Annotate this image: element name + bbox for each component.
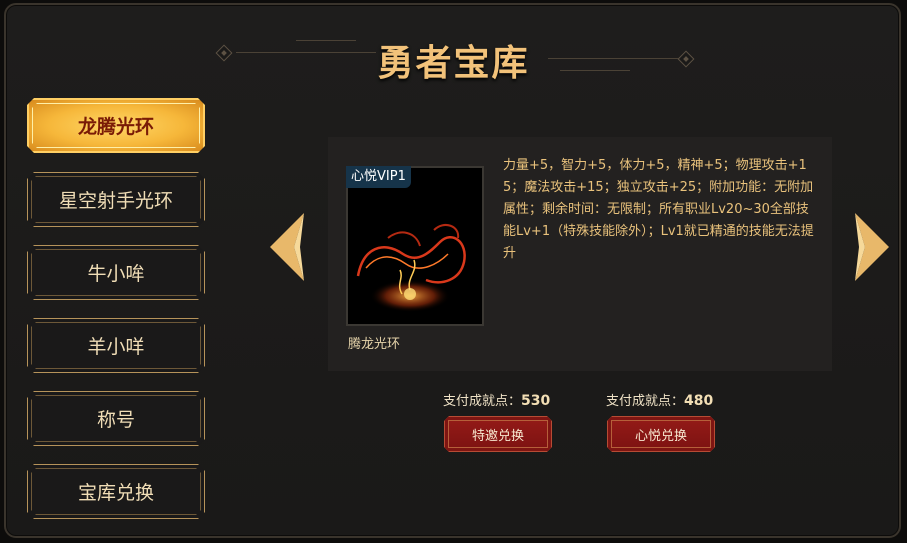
item-preview-image [346, 166, 484, 326]
special-exchange-button[interactable]: 特邀兑换 [444, 416, 552, 452]
vip-badge: 心悦VIP1 [346, 166, 411, 188]
dragon-aura-illustration [356, 223, 466, 312]
chevron-left-icon[interactable] [270, 213, 306, 281]
sidebar-item-treasury-exchange[interactable]: 宝库兑换 [27, 464, 205, 519]
sidebar-item-yang-xiaomie[interactable]: 羊小咩 [27, 318, 205, 373]
sidebar-item-niu-xiaomou[interactable]: 牛小哞 [27, 245, 205, 300]
item-description: 力量+5，智力+5，体力+5，精神+5；物理攻击+15；魔法攻击+15；独立攻击… [503, 158, 814, 261]
sidebar-item-label: 龙腾光环 [77, 116, 154, 138]
cost-label-text: 支付成就点： [443, 394, 522, 409]
sidebar-item-title[interactable]: 称号 [27, 391, 205, 446]
page-title: 勇者宝库 [377, 43, 530, 84]
cost-value: 480 [684, 393, 714, 409]
sidebar-item-label: 羊小咩 [87, 336, 145, 358]
cost-label-special: 支付成就点：530 [443, 390, 550, 409]
item-name: 腾龙光环 [348, 337, 401, 352]
chevron-right-icon[interactable] [853, 213, 889, 281]
cost-label-text: 支付成就点： [606, 394, 685, 409]
cost-value: 530 [521, 393, 551, 409]
cost-label-vip: 支付成就点：480 [606, 390, 713, 409]
sidebar-item-label: 称号 [96, 409, 135, 431]
sidebar-item-label: 星空射手光环 [58, 190, 173, 212]
vip-exchange-button[interactable]: 心悦兑换 [607, 416, 715, 452]
sidebar-item-star-archer-aura[interactable]: 星空射手光环 [27, 172, 205, 227]
sidebar-item-label: 宝库兑换 [77, 482, 154, 504]
sidebar-item-label: 牛小哞 [87, 263, 145, 285]
sidebar-item-dragon-aura[interactable]: 龙腾光环 [27, 98, 205, 153]
